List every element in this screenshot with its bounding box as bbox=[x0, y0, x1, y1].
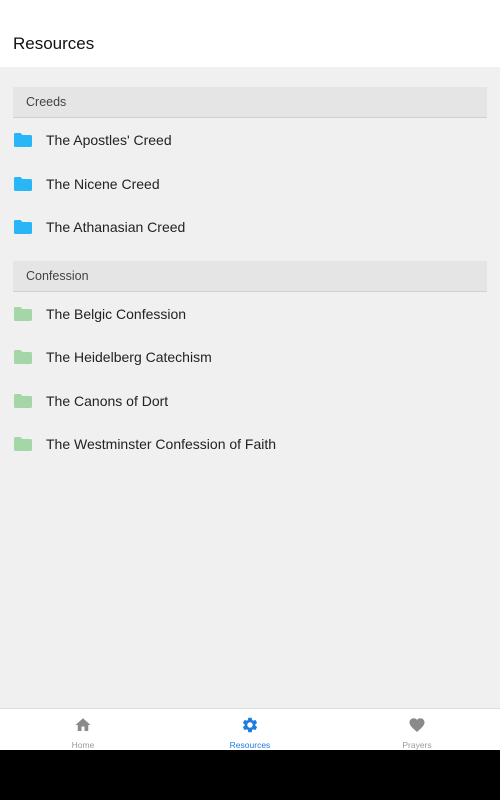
page-title: Resources bbox=[13, 34, 95, 53]
list-item-label: The Heidelberg Catechism bbox=[46, 348, 212, 365]
section-header-confession: Confession bbox=[13, 261, 487, 292]
tab-prayers[interactable]: Prayers bbox=[334, 709, 500, 751]
folder-icon bbox=[14, 349, 32, 364]
app-screen: Resources Creeds The Apostles' Creed The… bbox=[0, 0, 500, 750]
tab-label: Prayers bbox=[402, 740, 432, 750]
system-navigation-bar bbox=[0, 750, 500, 800]
folder-icon bbox=[14, 132, 32, 147]
tab-home[interactable]: Home bbox=[0, 709, 166, 751]
tab-resources[interactable]: Resources bbox=[167, 709, 333, 751]
folder-icon bbox=[14, 219, 32, 234]
folder-icon bbox=[14, 176, 32, 191]
list-item-label: The Canons of Dort bbox=[46, 392, 169, 409]
heart-icon bbox=[409, 718, 425, 733]
list-item-canons-of-dort[interactable]: The Canons of Dort bbox=[13, 379, 487, 422]
section-title: Creeds bbox=[26, 95, 67, 109]
folder-icon bbox=[14, 393, 32, 408]
section-header-creeds: Creeds bbox=[13, 87, 487, 118]
section-title: Confession bbox=[26, 269, 89, 283]
list-item-label: The Westminster Confession of Faith bbox=[46, 435, 277, 452]
list-item-label: The Nicene Creed bbox=[46, 175, 160, 192]
list-item-apostles-creed[interactable]: The Apostles' Creed bbox=[13, 118, 487, 161]
home-icon bbox=[75, 718, 91, 731]
folder-icon bbox=[14, 436, 32, 451]
list-item-label: The Apostles' Creed bbox=[46, 131, 172, 148]
list-item-westminster-confession[interactable]: The Westminster Confession of Faith bbox=[13, 422, 487, 465]
list-item-belgic-confession[interactable]: The Belgic Confession bbox=[13, 292, 487, 335]
list-item-label: The Belgic Confession bbox=[46, 305, 187, 322]
list-item-nicene-creed[interactable]: The Nicene Creed bbox=[13, 162, 487, 205]
list-item-heidelberg-catechism[interactable]: The Heidelberg Catechism bbox=[13, 335, 487, 378]
tab-label: Resources bbox=[229, 740, 271, 750]
gear-icon bbox=[242, 717, 258, 733]
bottom-tab-bar: Home Resources Prayers bbox=[0, 708, 500, 750]
app-header: Resources bbox=[0, 0, 500, 67]
list-item-athanasian-creed[interactable]: The Athanasian Creed bbox=[13, 205, 487, 248]
list-item-label: The Athanasian Creed bbox=[46, 218, 186, 235]
folder-icon bbox=[14, 306, 32, 321]
tab-label: Home bbox=[71, 740, 95, 750]
